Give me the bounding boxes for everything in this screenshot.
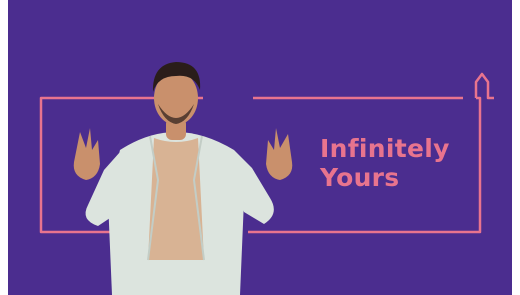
hero-banner: Infinitely Yours — [8, 0, 512, 295]
tagline-line-2: Yours — [320, 163, 400, 192]
tagline-line-1: Infinitely — [320, 134, 450, 163]
tagline: Infinitely Yours — [320, 134, 450, 192]
